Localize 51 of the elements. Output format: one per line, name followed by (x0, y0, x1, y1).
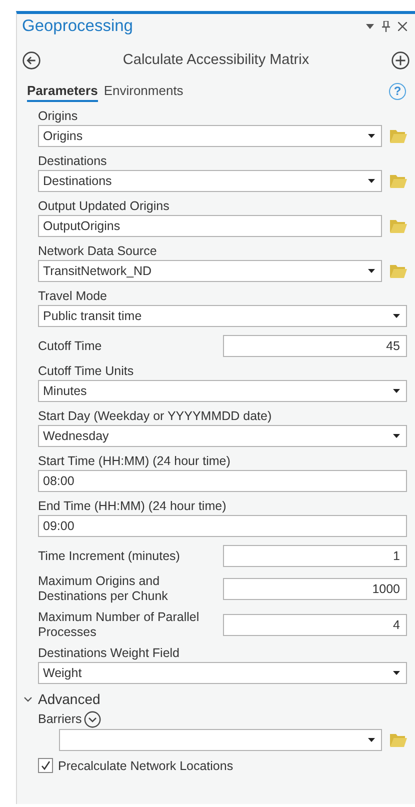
parameter-label: Cutoff Time (38, 338, 103, 354)
parameter-label: Output Updated Origins (38, 199, 170, 214)
caret-icon[interactable] (366, 24, 374, 28)
input-field[interactable]: 08:00 (38, 470, 407, 492)
input-field[interactable]: 1 (223, 545, 407, 567)
caret-icon[interactable] (393, 434, 400, 438)
panel-title: Geoprocessing (22, 16, 133, 36)
parameter-label: Maximum Origins and Destinations per Chunk (38, 574, 169, 604)
input-field[interactable]: 1000 (223, 578, 407, 600)
parameter-label: Barriers (38, 712, 82, 727)
parameter-label: Cutoff Time Units (38, 364, 135, 379)
caret-icon[interactable] (368, 269, 375, 273)
parameter-label: Origins (38, 109, 79, 124)
caret-icon[interactable] (368, 134, 375, 138)
parameter-label: End Time (HH:MM) (24 hour time) (38, 499, 228, 514)
input-field[interactable]: 45 (223, 335, 407, 357)
dropdown[interactable]: Public transit time (38, 305, 407, 327)
input-field[interactable]: 4 (223, 614, 407, 636)
parameter-label: Time Increment (minutes) (38, 548, 181, 564)
close-icon[interactable] (398, 22, 407, 30)
parameter-label: Destinations (38, 154, 108, 169)
tool-title: Calculate Accessibility Matrix (122, 52, 310, 68)
section-header[interactable]: Advanced (24, 691, 407, 707)
checkbox-label: Precalculate Network Locations (58, 758, 234, 772)
dropdown[interactable]: TransitNetwork_ND (38, 260, 382, 282)
parameter-label: Travel Mode (38, 289, 108, 304)
input-field[interactable]: 09:00 (38, 515, 407, 537)
caret-icon[interactable] (393, 671, 400, 675)
parameter-label: Start Day (Weekday or YYYYMMDD date) (38, 409, 273, 424)
pin-icon[interactable] (382, 20, 390, 32)
parameter-label: Maximum Number of Parallel Processes (38, 610, 200, 640)
caret-icon[interactable] (368, 738, 375, 742)
parameter-label: Network Data Source (38, 244, 158, 259)
caret-icon[interactable] (393, 314, 400, 318)
parameter-label: Start Time (HH:MM) (24 hour time) (38, 454, 232, 469)
caret-icon[interactable] (393, 389, 400, 393)
tab[interactable]: Parameters (27, 80, 98, 102)
dropdown[interactable]: Destinations (38, 170, 382, 192)
back-icon[interactable] (22, 50, 41, 70)
dropdown[interactable]: Origins (38, 125, 382, 147)
expand-icon[interactable] (84, 711, 101, 728)
checkbox[interactable] (38, 758, 53, 773)
dropdown[interactable]: Minutes (38, 380, 407, 402)
caret-icon[interactable] (368, 179, 375, 183)
dropdown[interactable]: Weight (38, 662, 407, 684)
parameter-label: Destinations Weight Field (38, 646, 181, 661)
add-icon[interactable] (391, 50, 410, 70)
chevron-icon[interactable] (24, 696, 32, 702)
input-field[interactable]: OutputOrigins (38, 215, 382, 237)
tab[interactable]: Environments (104, 80, 184, 102)
dropdown[interactable]: Wednesday (38, 425, 407, 447)
